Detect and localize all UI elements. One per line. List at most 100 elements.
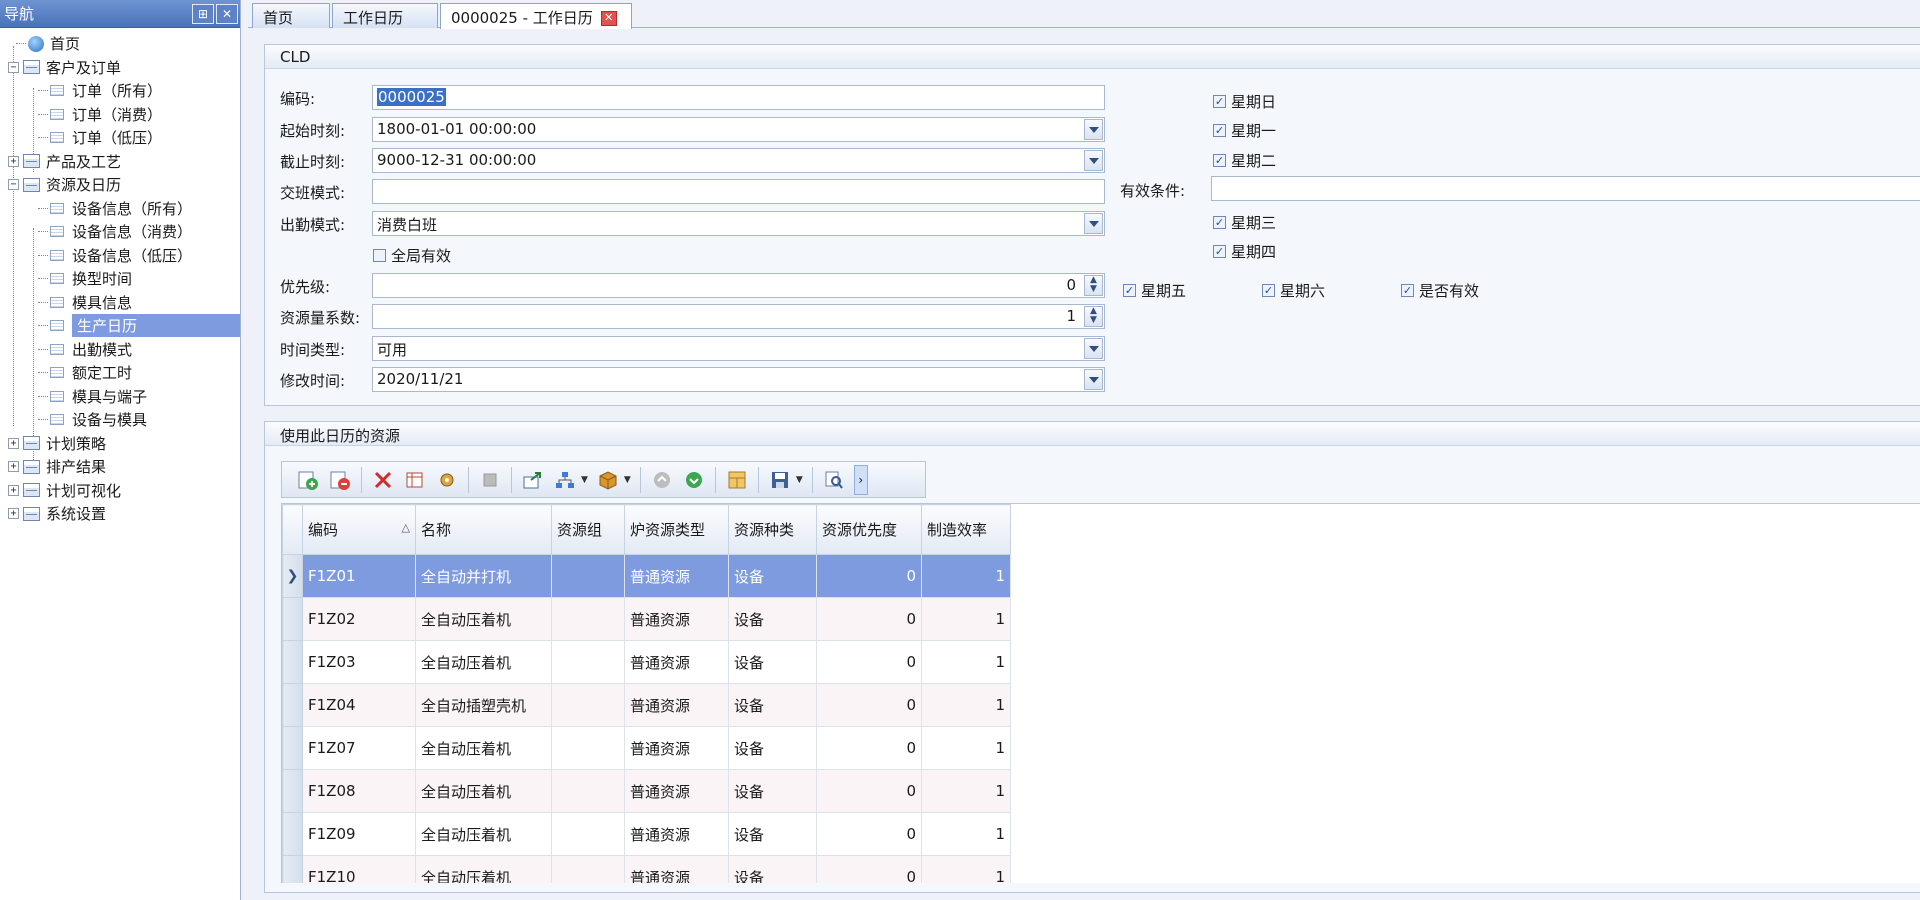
row-indicator[interactable]: [282, 597, 303, 641]
table-row[interactable]: F1Z04 全自动插塑壳机 普通资源 设备 0 1: [282, 683, 1011, 727]
cell-resource-kind[interactable]: 设备: [728, 554, 817, 598]
cell-code[interactable]: F1Z03: [302, 640, 416, 684]
cell-resource-kind[interactable]: 设备: [728, 640, 817, 684]
nav-item-customers-orders[interactable]: − 客户及订单: [0, 56, 240, 80]
nav-item-orders-lowvoltage[interactable]: 订单（低压）: [0, 126, 240, 150]
up-icon[interactable]: [648, 466, 676, 494]
collapse-icon[interactable]: −: [8, 61, 19, 73]
tab-calendar-detail[interactable]: 0000025 - 工作日历 ✕: [440, 3, 632, 29]
monday-checkbox[interactable]: ✓ 星期一: [1213, 120, 1276, 141]
close-tab-icon[interactable]: ✕: [600, 11, 617, 26]
dropdown-caret-icon[interactable]: ▼: [624, 475, 631, 485]
is-valid-checkbox[interactable]: ✓ 是否有效: [1401, 280, 1479, 301]
column-header-priority[interactable]: 资源优先度: [816, 504, 922, 555]
wednesday-checkbox[interactable]: ✓ 星期三: [1213, 212, 1276, 233]
spinner-icon[interactable]: ▲ ▼: [1084, 306, 1103, 327]
table-row[interactable]: F1Z03 全自动压着机 普通资源 设备 0 1: [282, 640, 1011, 684]
row-indicator[interactable]: [282, 640, 303, 684]
table-row[interactable]: F1Z09 全自动压着机 普通资源 设备 0 1: [282, 812, 1011, 856]
cell-efficiency[interactable]: 1: [921, 812, 1011, 856]
cell-furnace-type[interactable]: 普通资源: [624, 640, 729, 684]
cell-resource-kind[interactable]: 设备: [728, 683, 817, 727]
tab-home[interactable]: 首页: [252, 3, 330, 28]
cell-resource-kind[interactable]: 设备: [728, 812, 817, 856]
nav-item-plan-visualization[interactable]: + 计划可视化: [0, 479, 240, 503]
cell-resource-kind[interactable]: 设备: [728, 769, 817, 813]
cell-resource-group[interactable]: [551, 683, 625, 727]
down-icon[interactable]: [680, 466, 708, 494]
dropdown-arrow-icon[interactable]: [1084, 213, 1103, 234]
cell-code[interactable]: F1Z01: [302, 554, 416, 598]
nav-item-resources[interactable]: − 资源及日历: [0, 173, 240, 197]
thursday-checkbox[interactable]: ✓ 星期四: [1213, 241, 1276, 262]
cell-furnace-type[interactable]: 普通资源: [624, 769, 729, 813]
cell-name[interactable]: 全自动压着机: [415, 769, 552, 813]
row-indicator[interactable]: [282, 812, 303, 856]
cell-efficiency[interactable]: 1: [921, 769, 1011, 813]
nav-item-equipment-consumer[interactable]: 设备信息（消费）: [0, 220, 240, 244]
nav-item-equipment-all[interactable]: 设备信息（所有）: [0, 197, 240, 221]
shift-mode-field[interactable]: [372, 179, 1105, 204]
expand-icon[interactable]: +: [8, 155, 19, 167]
cell-furnace-type[interactable]: 普通资源: [624, 812, 729, 856]
column-header-resource-group[interactable]: 资源组: [551, 504, 625, 555]
nav-item-system-settings[interactable]: + 系统设置: [0, 502, 240, 526]
column-header-name[interactable]: 名称: [415, 504, 552, 555]
cell-efficiency[interactable]: 1: [921, 726, 1011, 770]
cell-code[interactable]: F1Z10: [302, 855, 416, 883]
cell-name[interactable]: 全自动插塑壳机: [415, 683, 552, 727]
cell-priority[interactable]: 0: [816, 683, 922, 727]
nav-item-orders-consumer[interactable]: 订单（消费）: [0, 103, 240, 127]
condition-field[interactable]: [1211, 176, 1920, 201]
cell-resource-kind[interactable]: 设备: [728, 597, 817, 641]
cell-efficiency[interactable]: 1: [921, 683, 1011, 727]
cell-furnace-type[interactable]: 普通资源: [624, 726, 729, 770]
cell-priority[interactable]: 0: [816, 769, 922, 813]
table-row[interactable]: F1Z02 全自动压着机 普通资源 设备 0 1: [282, 597, 1011, 641]
tab-work-calendar[interactable]: 工作日历: [332, 3, 438, 28]
table-row[interactable]: ❯ F1Z01 全自动并打机 普通资源 设备 0 1: [282, 554, 1011, 598]
cell-name[interactable]: 全自动压着机: [415, 812, 552, 856]
nav-item-equipment-lowvoltage[interactable]: 设备信息（低压）: [0, 244, 240, 268]
pin-icon[interactable]: ⊞: [192, 3, 214, 24]
cell-resource-group[interactable]: [551, 597, 625, 641]
cell-name[interactable]: 全自动并打机: [415, 554, 552, 598]
table-row[interactable]: F1Z07 全自动压着机 普通资源 设备 0 1: [282, 726, 1011, 770]
resource-factor-field[interactable]: 1 ▲ ▼: [372, 304, 1105, 329]
nav-item-mold-terminal[interactable]: 模具与端子: [0, 385, 240, 409]
search-icon[interactable]: [820, 466, 848, 494]
column-header-efficiency[interactable]: 制造效率: [921, 504, 1011, 555]
expand-icon[interactable]: +: [8, 461, 19, 473]
start-time-field[interactable]: 1800-01-01 00:00:00: [372, 117, 1105, 142]
dropdown-arrow-icon[interactable]: [1084, 119, 1103, 140]
cell-code[interactable]: F1Z07: [302, 726, 416, 770]
dropdown-arrow-icon[interactable]: [1084, 338, 1103, 359]
remove-row-icon[interactable]: [326, 466, 354, 494]
cell-priority[interactable]: 0: [816, 640, 922, 684]
cell-resource-group[interactable]: [551, 812, 625, 856]
cell-furnace-type[interactable]: 普通资源: [624, 855, 729, 883]
sunday-checkbox[interactable]: ✓ 星期日: [1213, 91, 1276, 112]
delete-icon[interactable]: [369, 466, 397, 494]
cell-efficiency[interactable]: 1: [921, 597, 1011, 641]
expand-icon[interactable]: +: [8, 484, 19, 496]
nav-item-products[interactable]: + 产品及工艺: [0, 150, 240, 174]
table-row[interactable]: F1Z08 全自动压着机 普通资源 设备 0 1: [282, 769, 1011, 813]
cell-resource-group[interactable]: [551, 855, 625, 883]
package-icon[interactable]: [594, 466, 622, 494]
cell-furnace-type[interactable]: 普通资源: [624, 683, 729, 727]
cell-priority[interactable]: 0: [816, 726, 922, 770]
global-valid-checkbox[interactable]: 全局有效: [373, 245, 451, 266]
nav-item-mold-info[interactable]: 模具信息: [0, 291, 240, 315]
row-indicator[interactable]: [282, 769, 303, 813]
cell-priority[interactable]: 0: [816, 855, 922, 883]
code-field[interactable]: 0000025: [372, 85, 1105, 110]
cell-efficiency[interactable]: 1: [921, 554, 1011, 598]
cell-code[interactable]: F1Z04: [302, 683, 416, 727]
close-icon[interactable]: ✕: [216, 3, 238, 24]
export-icon[interactable]: [519, 466, 547, 494]
dropdown-caret-icon[interactable]: ▼: [796, 475, 803, 485]
cell-resource-group[interactable]: [551, 726, 625, 770]
dropdown-arrow-icon[interactable]: [1084, 369, 1103, 390]
cell-resource-group[interactable]: [551, 640, 625, 684]
